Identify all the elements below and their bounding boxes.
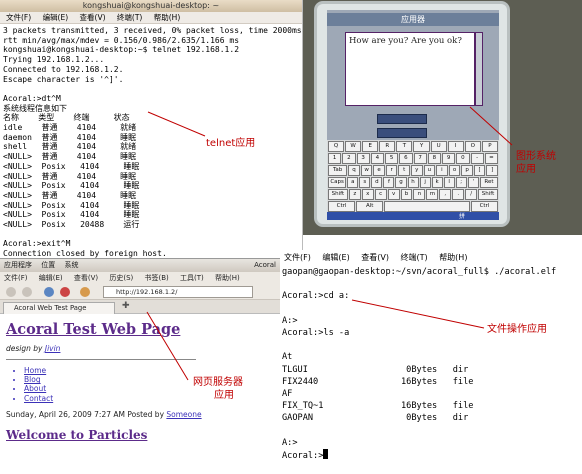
arrow-telnet	[147, 111, 206, 137]
annotation-telnet: telnet应用	[206, 138, 256, 149]
annotation-web-2: 应用	[214, 390, 234, 401]
annotation-graphics-2: 应用	[516, 164, 536, 175]
arrow-web	[146, 311, 189, 381]
arrow-file-ops	[351, 299, 485, 329]
annotation-arrows	[146, 106, 513, 381]
annotation-file-ops: 文件操作应用	[487, 324, 547, 335]
arrow-graphics	[469, 106, 513, 146]
